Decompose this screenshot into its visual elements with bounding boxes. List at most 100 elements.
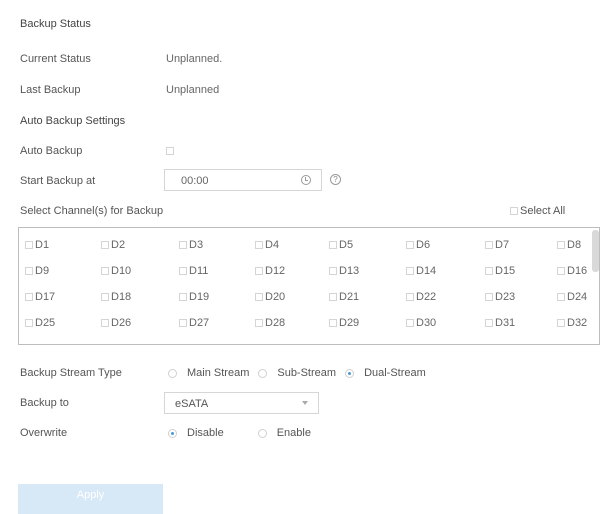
channel-checkbox-item[interactable]: D32 <box>557 317 587 329</box>
channel-checkbox[interactable] <box>329 319 337 327</box>
clock-icon[interactable] <box>301 175 311 185</box>
overwrite-label: Overwrite <box>20 427 68 439</box>
start-time-input[interactable]: 00:00 <box>164 169 322 191</box>
channel-checkbox-item[interactable]: D20 <box>255 291 285 303</box>
channel-checkbox[interactable] <box>101 293 109 301</box>
channel-checkbox[interactable] <box>557 293 565 301</box>
channel-checkbox-item[interactable]: D15 <box>485 265 515 277</box>
channel-checkbox[interactable] <box>329 293 337 301</box>
channel-label: D13 <box>339 265 360 277</box>
channel-checkbox-item[interactable]: D19 <box>179 291 209 303</box>
channel-checkbox[interactable] <box>255 267 263 275</box>
channel-checkbox[interactable] <box>101 319 109 327</box>
channel-checkbox-item[interactable]: D8 <box>557 239 581 251</box>
channel-checkbox[interactable] <box>25 319 33 327</box>
channel-checkbox[interactable] <box>255 293 263 301</box>
channel-checkbox-item[interactable]: D1 <box>25 239 49 251</box>
start-time-value: 00:00 <box>181 175 209 187</box>
channel-checkbox-item[interactable]: D18 <box>101 291 131 303</box>
channel-checkbox-item[interactable]: D9 <box>25 265 49 277</box>
channel-checkbox-item[interactable]: D30 <box>406 317 436 329</box>
channel-checkbox-item[interactable]: D29 <box>329 317 359 329</box>
overwrite-enable-label: Enable <box>276 427 311 439</box>
channel-checkbox[interactable] <box>25 241 33 249</box>
overwrite-disable-radio[interactable] <box>168 428 177 438</box>
channel-checkbox-item[interactable]: D13 <box>329 265 359 277</box>
channel-label: D31 <box>495 317 516 329</box>
backup-to-label: Backup to <box>20 397 69 409</box>
channel-checkbox-item[interactable]: D12 <box>255 265 285 277</box>
channel-checkbox[interactable] <box>255 319 263 327</box>
channel-checkbox[interactable] <box>485 293 493 301</box>
channel-label: D8 <box>567 239 582 251</box>
channel-checkbox-item[interactable]: D22 <box>406 291 436 303</box>
channel-checkbox[interactable] <box>557 319 565 327</box>
channel-checkbox[interactable] <box>25 267 33 275</box>
channel-checkbox-item[interactable]: D23 <box>485 291 515 303</box>
dual-stream-radio[interactable] <box>345 368 355 378</box>
channel-checkbox[interactable] <box>101 267 109 275</box>
channel-checkbox[interactable] <box>485 267 493 275</box>
scrollbar-thumb[interactable] <box>592 230 599 272</box>
auto-backup-checkbox[interactable] <box>166 147 174 155</box>
channel-checkbox-item[interactable]: D7 <box>485 239 509 251</box>
channel-label: D1 <box>35 239 50 251</box>
main-stream-radio[interactable] <box>168 368 177 378</box>
channel-checkbox[interactable] <box>329 267 337 275</box>
channel-checkbox[interactable] <box>406 319 414 327</box>
channel-checkbox-item[interactable]: D16 <box>557 265 587 277</box>
channel-checkbox-item[interactable]: D31 <box>485 317 515 329</box>
channel-checkbox-item[interactable]: D2 <box>101 239 125 251</box>
dual-stream-label: Dual-Stream <box>364 367 426 379</box>
channel-checkbox[interactable] <box>179 319 187 327</box>
channel-checkbox[interactable] <box>485 241 493 249</box>
channel-checkbox[interactable] <box>179 241 187 249</box>
channel-grid: D1 D2 D3 D4 D5 D6 D7 D8 D9 D10 D11 D12 D13 D14 D15 D16 D… <box>18 227 600 345</box>
channel-checkbox-item[interactable]: D14 <box>406 265 436 277</box>
select-all-checkbox[interactable] <box>510 207 518 215</box>
channel-checkbox[interactable] <box>485 319 493 327</box>
channel-checkbox-item[interactable]: D28 <box>255 317 285 329</box>
channel-checkbox[interactable] <box>101 241 109 249</box>
channel-checkbox[interactable] <box>179 267 187 275</box>
channel-checkbox-item[interactable]: D27 <box>179 317 209 329</box>
channel-checkbox-item[interactable]: D24 <box>557 291 587 303</box>
backup-stream-type-label: Backup Stream Type <box>20 367 122 379</box>
sub-stream-radio[interactable] <box>258 368 268 378</box>
channel-label: D5 <box>339 239 354 251</box>
backup-to-select[interactable]: eSATA <box>164 392 319 414</box>
channel-checkbox[interactable] <box>406 241 414 249</box>
channel-checkbox[interactable] <box>25 293 33 301</box>
channel-checkbox-item[interactable]: D10 <box>101 265 131 277</box>
overwrite-options: Disable Enable <box>168 427 311 439</box>
channel-label: D20 <box>265 291 286 303</box>
channel-label: D23 <box>495 291 516 303</box>
channel-checkbox-item[interactable]: D11 <box>179 265 208 277</box>
channel-checkbox-item[interactable]: D21 <box>329 291 359 303</box>
select-all[interactable]: Select All <box>510 205 565 217</box>
channel-checkbox-item[interactable]: D17 <box>25 291 55 303</box>
channel-checkbox[interactable] <box>557 267 565 275</box>
channel-checkbox-item[interactable]: D5 <box>329 239 353 251</box>
channel-checkbox[interactable] <box>255 241 263 249</box>
channel-checkbox[interactable] <box>406 293 414 301</box>
channel-checkbox[interactable] <box>557 241 565 249</box>
channel-checkbox-item[interactable]: D3 <box>179 239 203 251</box>
channel-checkbox[interactable] <box>179 293 187 301</box>
channel-checkbox-item[interactable]: D6 <box>406 239 430 251</box>
apply-button[interactable]: Apply <box>18 484 163 514</box>
channel-checkbox-item[interactable]: D25 <box>25 317 55 329</box>
channel-label: D32 <box>567 317 588 329</box>
current-status-value: Unplanned. <box>166 53 223 65</box>
channel-checkbox-item[interactable]: D26 <box>101 317 131 329</box>
help-icon[interactable]: ? <box>330 174 341 185</box>
channel-label: D12 <box>265 265 286 277</box>
overwrite-enable-radio[interactable] <box>257 428 267 438</box>
channel-checkbox[interactable] <box>329 241 337 249</box>
channel-label: D18 <box>111 291 132 303</box>
channel-checkbox[interactable] <box>406 267 414 275</box>
sub-stream-label: Sub-Stream <box>277 367 337 379</box>
last-backup-value: Unplanned <box>166 84 220 96</box>
channel-checkbox-item[interactable]: D4 <box>255 239 279 251</box>
channel-label: D4 <box>265 239 280 251</box>
